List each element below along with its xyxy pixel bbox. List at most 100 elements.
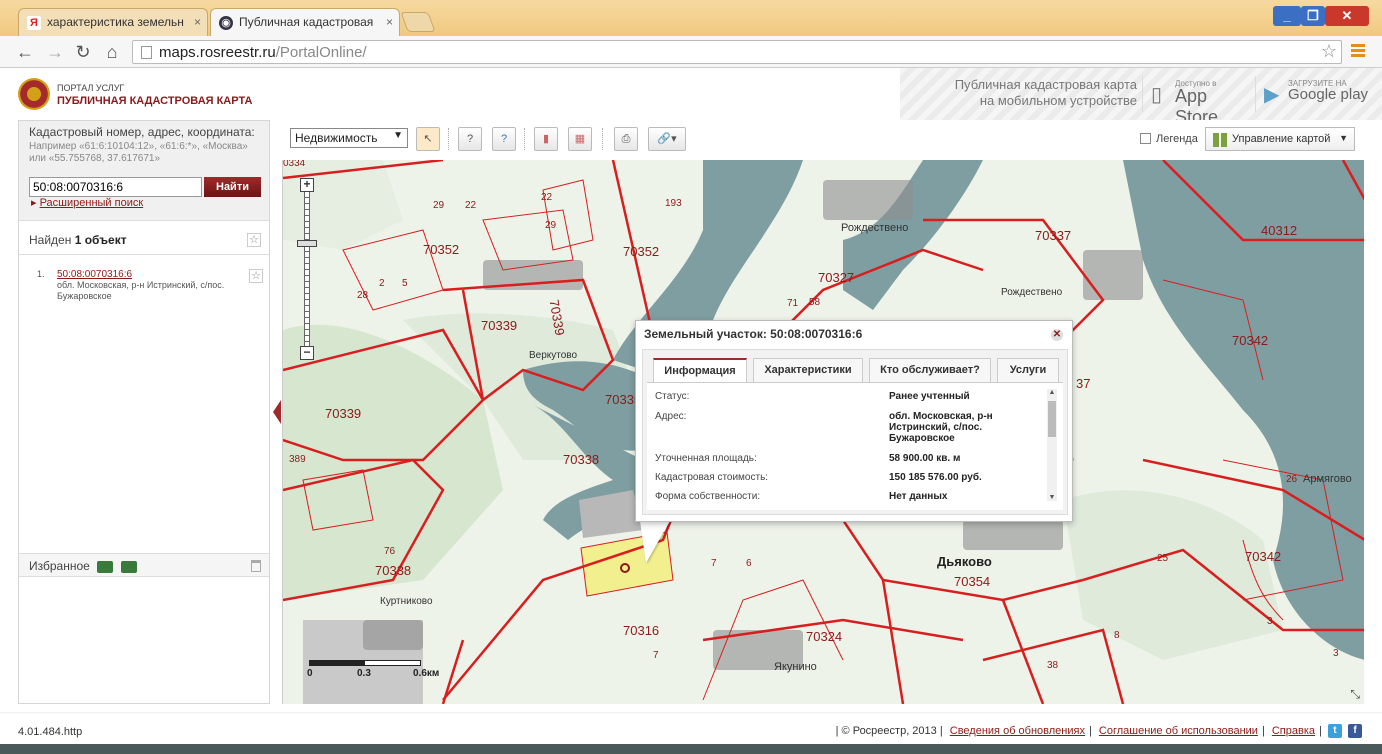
measure-distance-icon[interactable]: ▮: [534, 127, 558, 151]
browser-tab-2[interactable]: ◉ Публичная кадастровая ×: [210, 8, 400, 36]
parcel-label: 37: [1076, 376, 1091, 391]
close-tab-icon[interactable]: ×: [386, 15, 393, 29]
os-taskbar: [0, 744, 1382, 754]
resize-corner-icon[interactable]: ⤡: [1350, 687, 1360, 702]
excel-export-icon[interactable]: [97, 560, 114, 573]
layers-grid-icon: [1213, 133, 1227, 147]
favorite-all-star-icon[interactable]: ☆: [247, 233, 261, 247]
dropdown-arrow-icon: ▼: [393, 130, 403, 141]
globe-icon: ◉: [219, 16, 233, 30]
tab-who-serves[interactable]: Кто обслуживает?: [869, 358, 991, 382]
parcel-label: 193: [665, 198, 682, 209]
browser-menu-icon[interactable]: [1351, 44, 1365, 58]
tab-services[interactable]: Услуги: [997, 358, 1059, 382]
address-bar[interactable]: maps.rosreestr.ru/PortalOnline/ ☆: [132, 40, 1342, 64]
parcel-label: 26: [1286, 474, 1298, 485]
address-value: обл. Московская, р-н Истринский, с/пос. …: [889, 411, 993, 444]
tab-info[interactable]: Информация: [653, 358, 747, 383]
home-icon[interactable]: ⌂: [101, 41, 123, 63]
search-zone: Кадастровый номер, адрес, координата: На…: [19, 121, 269, 221]
manage-map-label: Управление картой: [1232, 133, 1331, 145]
google-play-badge[interactable]: ▶ ЗАГРУЗИТЕ НА Google play: [1255, 76, 1375, 112]
parcel-label: 7: [653, 650, 659, 661]
forward-arrow-icon[interactable]: →: [44, 41, 66, 63]
back-arrow-icon[interactable]: ←: [14, 41, 36, 63]
popup-scrollbar[interactable]: ▲ ▼: [1047, 389, 1057, 501]
tab-title: Публичная кадастровая: [239, 15, 374, 29]
trash-icon[interactable]: [251, 560, 261, 572]
identify-tool-icon[interactable]: ?: [458, 127, 482, 151]
toolbar-separator: [448, 128, 449, 150]
twitter-icon[interactable]: t: [1327, 724, 1342, 738]
bookmark-star-icon[interactable]: ☆: [1321, 41, 1337, 62]
facebook-icon[interactable]: f: [1348, 724, 1362, 738]
property-type-select[interactable]: Недвижимость ▼: [290, 128, 408, 148]
maximize-button[interactable]: ❐: [1301, 6, 1325, 26]
mobile-banner: Публичная кадастровая карта на мобильном…: [900, 68, 1382, 127]
minimize-button[interactable]: _: [1273, 6, 1301, 26]
close-tab-icon[interactable]: ×: [194, 15, 201, 29]
version-text: 4.01.484.http: [18, 726, 83, 738]
info-tool-icon[interactable]: ?: [492, 127, 516, 151]
tab-characteristics[interactable]: Характеристики: [753, 358, 863, 382]
updates-link[interactable]: Сведения об обновлениях: [950, 725, 1085, 737]
legend-label: Легенда: [1156, 133, 1198, 145]
favorites-bar: Избранное: [19, 553, 269, 577]
zoom-out-button[interactable]: −: [300, 346, 314, 360]
agreement-link[interactable]: Соглашение об использовании: [1099, 725, 1258, 737]
legend-checkbox[interactable]: [1140, 133, 1151, 144]
parcel-label: 3: [1333, 648, 1339, 659]
parcel-label: 22: [541, 192, 553, 203]
popup-title: Земельный участок: 50:08:0070316:6: [644, 327, 863, 341]
search-input[interactable]: [29, 177, 202, 197]
parcel-label: 6: [746, 558, 752, 569]
info-tab-body: Статус: Ранее учтенный Адрес: обл. Моско…: [647, 382, 1063, 510]
help-link[interactable]: Справка: [1272, 725, 1315, 737]
panel-collapse-handle[interactable]: [273, 400, 281, 424]
parcel-label: 70339: [481, 318, 518, 333]
manage-map-button[interactable]: Управление картой ▼: [1205, 127, 1355, 151]
scroll-thumb[interactable]: [1048, 401, 1056, 437]
measure-area-icon[interactable]: ▦: [568, 127, 592, 151]
result-item[interactable]: 1. 50:08:0070316:6 обл. Московская, р-н …: [37, 269, 247, 302]
result-star-icon[interactable]: ☆: [249, 269, 263, 283]
parcel-label: 38: [1047, 660, 1059, 671]
link-icon[interactable]: 🔗▾: [648, 127, 686, 151]
close-window-button[interactable]: ✕: [1325, 6, 1369, 26]
parcel-label: 58: [809, 297, 821, 308]
print-icon[interactable]: ⎙: [614, 127, 638, 151]
place-label: Веркутово: [529, 350, 578, 361]
popup-tab-panel: Информация Характеристики Кто обслуживае…: [642, 349, 1068, 515]
place-label: Рождествено: [841, 222, 909, 234]
copyright-text: | © Росреестр, 2013 |: [835, 724, 943, 737]
zoom-rail[interactable]: [304, 192, 310, 350]
browser-tab-strip: Я характеристика земельн × ◉ Публичная к…: [0, 0, 1382, 36]
scroll-down-icon[interactable]: ▼: [1047, 494, 1057, 501]
select-tool-icon[interactable]: ↖: [416, 127, 440, 151]
search-button[interactable]: Найти: [204, 177, 261, 197]
url-path: /PortalOnline/: [275, 44, 367, 61]
portal-subtitle: ПОРТАЛ УСЛУГ: [57, 83, 125, 93]
found-prefix: Найден: [29, 233, 72, 247]
app-store-badge[interactable]: ▯ Доступно в App Store: [1142, 76, 1252, 127]
advanced-search-link[interactable]: ▸ Расширенный поиск: [31, 196, 143, 209]
site-header: ПОРТАЛ УСЛУГ ПУБЛИЧНАЯ КАДАСТРОВАЯ КАРТА…: [0, 68, 1382, 127]
scroll-up-icon[interactable]: ▲: [1047, 389, 1057, 396]
browser-tab-1[interactable]: Я характеристика земельн ×: [18, 8, 208, 36]
area-key: Уточненная площадь:: [655, 453, 757, 464]
reload-icon[interactable]: ↻: [72, 41, 94, 63]
close-icon[interactable]: ✕: [1051, 329, 1063, 341]
parcel-label: 2: [379, 278, 385, 289]
zoom-in-button[interactable]: +: [300, 178, 314, 192]
mobile-banner-text: Публичная кадастровая карта на мобильном…: [932, 77, 1137, 109]
portal-title[interactable]: ПУБЛИЧНАЯ КАДАСТРОВАЯ КАРТА: [57, 95, 252, 107]
parcel-label: 22: [465, 200, 477, 211]
new-tab-button[interactable]: [400, 12, 436, 32]
result-cadnum-link[interactable]: 50:08:0070316:6: [57, 269, 247, 280]
zoom-handle[interactable]: [297, 240, 317, 247]
excel-import-icon[interactable]: [120, 560, 137, 573]
ownership-value: Нет данных: [889, 491, 948, 502]
page-icon: [141, 46, 152, 59]
place-label: Куртниково: [380, 596, 433, 607]
parcel-label: 389: [289, 454, 306, 465]
